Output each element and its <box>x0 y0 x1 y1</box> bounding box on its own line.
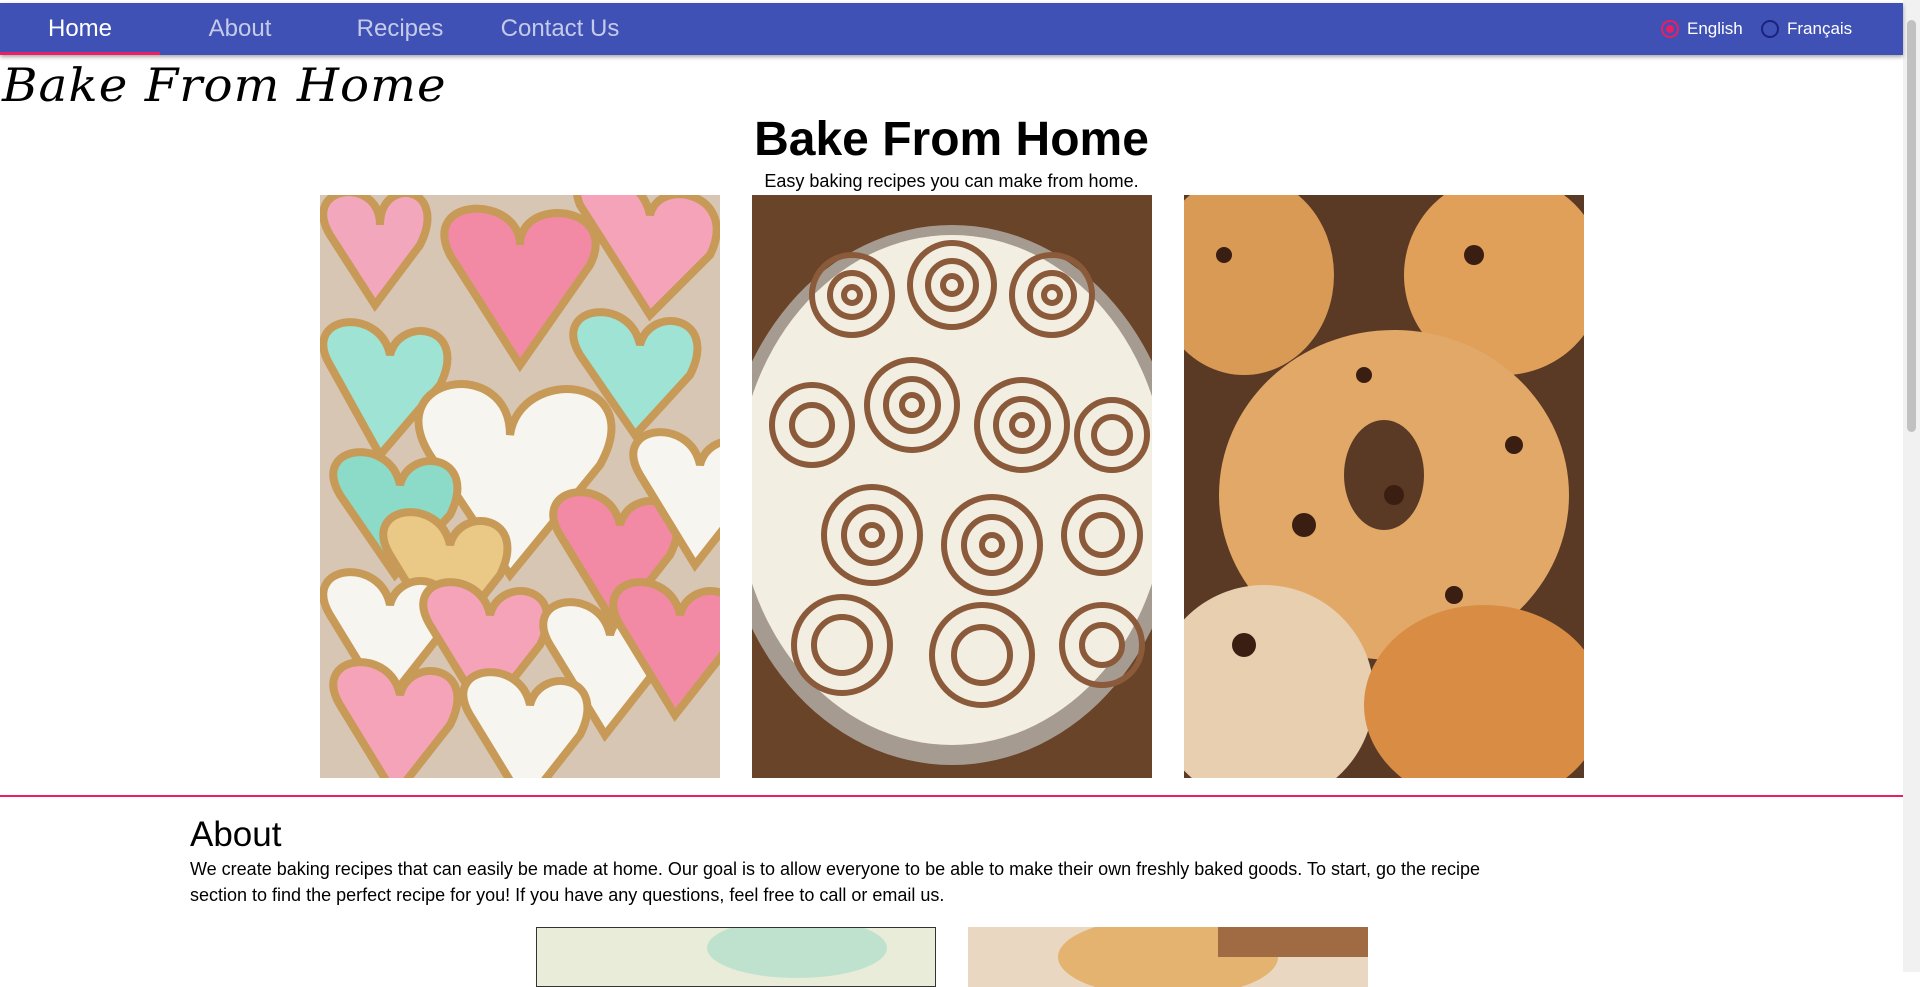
french-radio[interactable] <box>1761 20 1779 38</box>
section-divider <box>0 795 1903 797</box>
scrollbar-thumb[interactable] <box>1907 20 1916 432</box>
tab-home-label: Home <box>47 15 113 42</box>
tab-contact-us-label: Contact Us <box>500 15 620 42</box>
page-scrollbar[interactable] <box>1903 0 1920 972</box>
tab-recipes-label: Recipes <box>356 15 444 42</box>
language-option-english[interactable]: English <box>1661 3 1743 55</box>
about-image-left <box>536 927 936 987</box>
english-label: English <box>1687 19 1743 38</box>
about-text: We create baking recipes that can easily… <box>190 859 1481 905</box>
tab-recipes[interactable]: Recipes <box>320 3 480 55</box>
about-image-right <box>968 927 1368 987</box>
tab-about-label: About <box>208 15 272 42</box>
french-label: Français <box>1787 19 1853 38</box>
english-radio[interactable] <box>1661 20 1679 38</box>
site-logo: Bake From Home <box>2 58 447 112</box>
tab-contact-us[interactable]: Contact Us <box>480 3 640 55</box>
page-subtitle: Easy baking recipes you can make from ho… <box>764 171 1139 191</box>
about-heading: About <box>190 815 282 854</box>
tab-home[interactable]: Home <box>0 3 160 55</box>
raisin-bagels-image <box>1184 195 1584 778</box>
page-title: Bake From Home <box>754 113 1149 166</box>
tab-about[interactable]: About <box>160 3 320 55</box>
language-option-french[interactable]: Français <box>1761 3 1852 55</box>
top-nav-bar: Home About Recipes Contact Us English Fr… <box>0 3 1903 55</box>
cinnamon-rolls-image <box>752 195 1152 778</box>
heart-sugar-cookies-image <box>320 195 720 778</box>
active-tab-indicator <box>0 52 160 55</box>
